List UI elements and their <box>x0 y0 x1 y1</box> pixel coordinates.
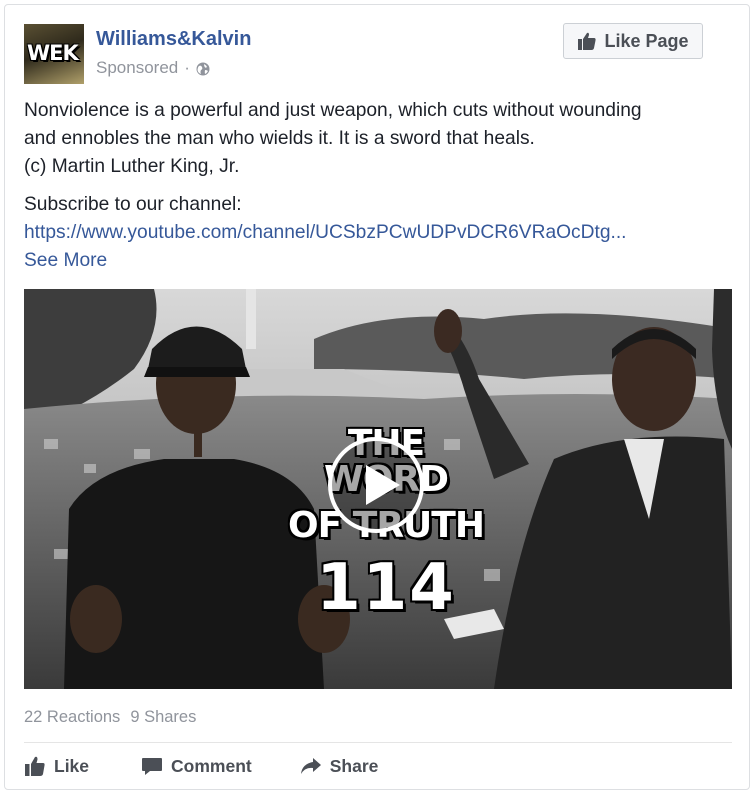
quote-line: and ennobles the man who wields it. It i… <box>24 128 535 149</box>
share-label: Share <box>329 755 379 776</box>
actions-divider <box>24 742 732 743</box>
share-button[interactable]: Share <box>300 755 379 777</box>
comment-icon <box>142 758 163 775</box>
play-icon[interactable] <box>328 437 424 533</box>
shares-count[interactable]: 9 Shares <box>130 708 196 727</box>
reactions-count[interactable]: 22 Reactions <box>24 708 120 727</box>
quote-line: Nonviolence is a powerful and just weapo… <box>24 100 642 121</box>
sponsored-label[interactable]: Sponsored <box>96 58 178 78</box>
channel-link[interactable]: https://www.youtube.com/channel/UCSbzPCw… <box>24 222 627 243</box>
thumbs-up-icon <box>25 756 45 776</box>
post-body: Nonviolence is a powerful and just weapo… <box>24 97 724 275</box>
quote-attribution: (c) Martin Luther King, Jr. <box>24 156 240 177</box>
globe-icon[interactable] <box>196 61 210 76</box>
subscribe-text: Subscribe to our channel: <box>24 194 242 215</box>
video-player[interactable]: THE WORD OF TRUTH 114 <box>24 289 732 689</box>
like-page-label: Like Page <box>604 30 689 51</box>
comment-button[interactable]: Comment <box>141 755 252 777</box>
post-actions-bar: Like Comment Share <box>24 751 378 781</box>
video-episode-number: 114 <box>316 551 456 625</box>
avatar-logo-text: WEK <box>27 41 79 65</box>
post-meta: Sponsored · <box>96 58 210 78</box>
share-arrow-icon <box>300 758 321 774</box>
see-more-link[interactable]: See More <box>24 250 107 271</box>
comment-label: Comment <box>171 755 252 776</box>
page-avatar[interactable]: WEK <box>24 24 84 84</box>
like-page-button[interactable]: Like Page <box>563 23 703 59</box>
like-label: Like <box>54 755 90 776</box>
engagement-stats: 22 Reactions 9 Shares <box>24 708 196 727</box>
like-button[interactable]: Like <box>24 755 89 777</box>
thumbs-up-icon <box>578 32 597 50</box>
sponsored-post-card: WEK Williams&Kalvin Sponsored · Like Pag… <box>4 4 750 790</box>
page-name-link[interactable]: Williams&Kalvin <box>96 28 251 51</box>
meta-separator: · <box>184 58 190 77</box>
